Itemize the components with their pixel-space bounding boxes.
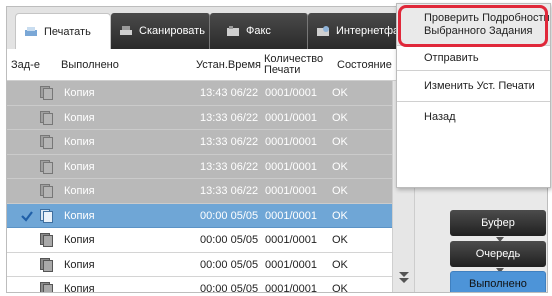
job-time: 13:43 06/22	[200, 87, 259, 99]
column-task: Зад-е	[11, 58, 40, 71]
job-time: 00:00 05/05	[200, 234, 259, 246]
table-header: Зад-е Выполнено Устан.Время Количество П…	[7, 49, 407, 81]
table-row[interactable]: Копия 13:33 06/22 0001/0001 OK	[7, 105, 392, 130]
job-status: OK	[332, 283, 348, 293]
job-count: 0001/0001	[265, 209, 317, 222]
job-name: Копия	[64, 87, 95, 99]
job-status: OK	[332, 185, 348, 197]
job-status: OK	[332, 209, 348, 222]
action-menu: Проверить Подробности Выбранного Задания…	[396, 3, 551, 188]
tab-scan-label: Сканировать	[139, 25, 205, 37]
scan-icon	[120, 26, 132, 35]
copy-job-icon	[40, 135, 53, 149]
copy-job-icon	[40, 233, 53, 247]
job-time: 13:33 06/22	[200, 185, 259, 197]
job-count: 0001/0001	[265, 185, 317, 197]
tab-print[interactable]: Печатать	[15, 13, 111, 49]
fax-icon	[227, 26, 239, 36]
table-row[interactable]: Копия 13:33 06/22 0001/0001 OK	[7, 130, 392, 155]
job-status: OK	[332, 258, 348, 271]
copy-job-icon	[40, 282, 53, 292]
queue-button[interactable]: Очередь	[450, 241, 546, 267]
job-time: 00:00 05/05	[200, 283, 259, 293]
job-time: 00:00 05/05	[200, 209, 259, 222]
column-status: Состояние	[337, 58, 392, 71]
job-name: Копия	[64, 160, 95, 173]
table-row[interactable]: Копия 13:43 06/22 0001/0001 OK	[7, 81, 392, 106]
scroll-down-icon[interactable]	[397, 270, 411, 284]
job-time: 13:33 06/22	[200, 136, 259, 148]
job-count: 0001/0001	[265, 234, 317, 246]
job-time: 13:33 06/22	[200, 111, 259, 124]
print-icon	[25, 26, 37, 36]
menu-item-check-details-line2: Выбранного Задания	[424, 24, 533, 37]
job-status: OK	[332, 160, 348, 173]
table-row[interactable]: Копия 00:00 05/05 0001/0001 OK	[7, 277, 392, 293]
menu-item-check-details[interactable]: Проверить Подробности Выбранного Задания	[397, 4, 550, 46]
menu-item-check-details-line1: Проверить Подробности	[424, 11, 550, 24]
job-count: 0001/0001	[265, 283, 317, 293]
copy-job-icon	[40, 208, 53, 223]
tab-fax-label: Факс	[246, 25, 271, 37]
copy-job-icon	[40, 184, 53, 198]
job-count: 0001/0001	[265, 258, 317, 271]
column-count: Количество Печати	[264, 53, 324, 76]
table-row[interactable]: Копия 13:33 06/22 0001/0001 OK	[7, 179, 392, 204]
job-count: 0001/0001	[265, 111, 317, 124]
done-button[interactable]: Выполнено	[450, 271, 546, 292]
copy-job-icon	[40, 257, 53, 272]
job-name: Копия	[64, 283, 95, 293]
table-row-selected[interactable]: Копия 00:00 05/05 0001/0001 OK	[7, 203, 392, 228]
tab-fax[interactable]: Факс	[210, 13, 308, 49]
job-name: Копия	[64, 136, 95, 148]
job-status: OK	[332, 136, 348, 148]
job-status: OK	[332, 234, 348, 246]
menu-item-change-print-settings[interactable]: Изменить Уст. Печати	[397, 71, 550, 102]
column-done: Выполнено	[61, 58, 119, 71]
table-row[interactable]: Копия 13:33 06/22 0001/0001 OK	[7, 154, 392, 179]
tab-internet-fax[interactable]: Интернетфакс	[308, 13, 407, 49]
table-row[interactable]: Копия 00:00 05/05 0001/0001 OK	[7, 228, 392, 253]
job-status: OK	[332, 111, 348, 124]
job-time: 00:00 05/05	[200, 258, 259, 271]
copy-job-icon	[40, 110, 53, 125]
buffer-button[interactable]: Буфер	[450, 210, 546, 236]
job-name: Копия	[64, 185, 95, 197]
internet-fax-icon	[317, 26, 329, 36]
menu-item-send[interactable]: Отправить	[397, 46, 550, 71]
job-count: 0001/0001	[265, 136, 317, 148]
copy-job-icon	[40, 159, 53, 174]
job-count: 0001/0001	[265, 160, 317, 173]
checkmark-icon	[21, 210, 33, 222]
job-list: Копия 13:43 06/22 0001/0001 OK Копия 13:…	[7, 81, 392, 293]
tab-print-label: Печатать	[44, 25, 91, 38]
job-name: Копия	[64, 234, 95, 246]
job-status: OK	[332, 87, 348, 99]
copy-job-icon	[40, 86, 53, 100]
job-name: Копия	[64, 111, 95, 124]
tab-scan[interactable]: Сканировать	[111, 13, 210, 49]
job-name: Копия	[64, 258, 95, 271]
table-row[interactable]: Копия 00:00 05/05 0001/0001 OK	[7, 252, 392, 277]
column-time: Устан.Время	[196, 58, 262, 71]
menu-item-back[interactable]: Назад	[397, 102, 550, 133]
job-time: 13:33 06/22	[200, 160, 259, 173]
job-name: Копия	[64, 209, 95, 222]
job-count: 0001/0001	[265, 87, 317, 99]
